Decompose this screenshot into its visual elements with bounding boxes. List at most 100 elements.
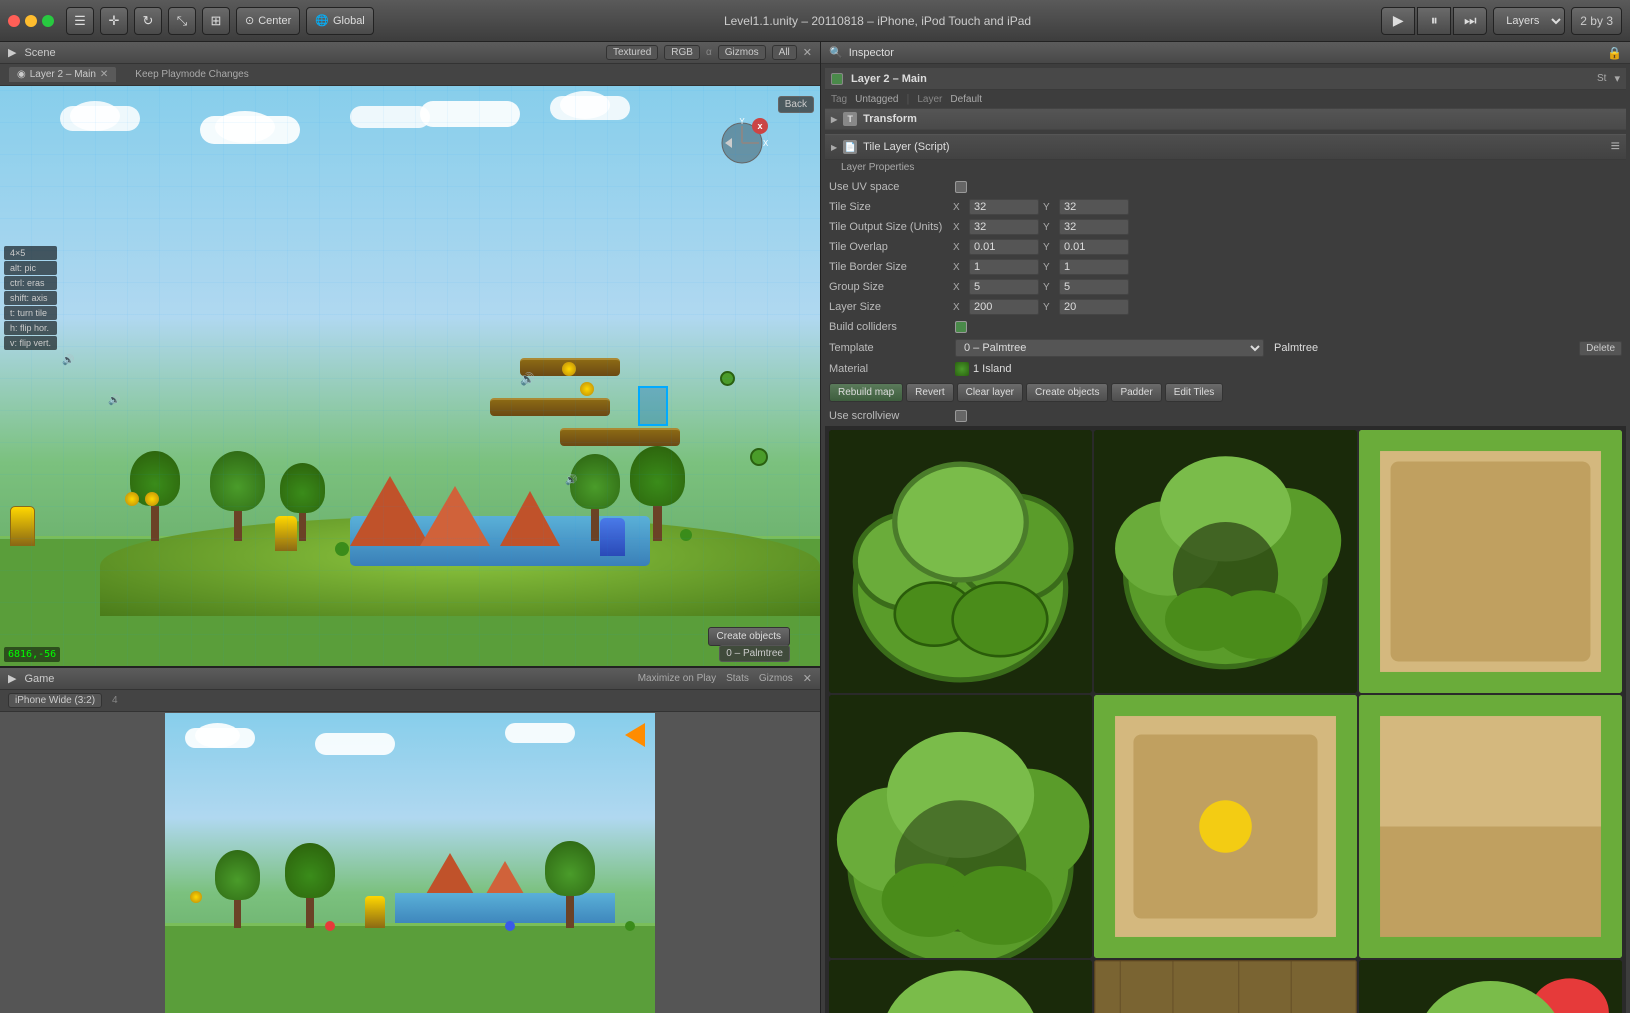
stats-label[interactable]: Stats	[726, 673, 749, 684]
use-scrollview-checkbox[interactable]	[955, 410, 967, 422]
clear-layer-button[interactable]: Clear layer	[957, 383, 1023, 402]
build-colliders-checkbox[interactable]	[955, 321, 967, 333]
tile-overlap-y-input[interactable]	[1059, 239, 1129, 255]
tile-item-6[interactable]	[1359, 695, 1622, 958]
group-size-x-input[interactable]	[969, 279, 1039, 295]
game-bg	[165, 713, 655, 1013]
game-close-icon[interactable]: ✕	[803, 672, 812, 685]
scene-layer-tab[interactable]: ◉ Layer 2 – Main ✕	[8, 66, 117, 83]
shortcut-v: v: flip vert.	[4, 336, 57, 350]
layer-size-x-input[interactable]	[969, 299, 1039, 315]
maximize-label[interactable]: Maximize on Play	[638, 673, 716, 684]
tile-size-x-input[interactable]	[969, 199, 1039, 215]
tile-output-x-input[interactable]	[969, 219, 1039, 235]
object-enabled-checkbox[interactable]	[831, 73, 843, 85]
selected-object[interactable]	[638, 386, 668, 426]
game-coin	[190, 891, 202, 903]
template-select[interactable]: 0 – Palmtree	[955, 339, 1264, 357]
tile-size-x-label: X	[953, 202, 965, 213]
tile-border-y-input[interactable]	[1059, 259, 1129, 275]
use-uv-row: Use UV space	[825, 177, 1626, 197]
tile-layer-menu[interactable]: ≡	[1611, 138, 1620, 156]
step-button[interactable]: ⏭	[1453, 7, 1487, 35]
global-button[interactable]: 🌐 Global	[306, 7, 374, 35]
rgb-dropdown[interactable]: RGB	[664, 45, 700, 60]
gizmos-label[interactable]: Gizmos	[759, 673, 793, 684]
svg-text:X: X	[763, 139, 769, 148]
tag-value[interactable]: Untagged	[855, 94, 898, 105]
layer-close[interactable]: ✕	[100, 69, 108, 80]
resolution-dropdown[interactable]: iPhone Wide (3:2)	[8, 693, 102, 708]
play-button[interactable]: ▶	[1381, 7, 1415, 35]
shortcut-panel: 4×5 alt: pic ctrl: eras shift: axis t: t…	[4, 246, 57, 350]
create-objects-button[interactable]: Create objects	[708, 627, 790, 646]
back-button[interactable]: Back	[778, 96, 814, 113]
center-button[interactable]: ⊙ Center	[236, 7, 300, 35]
delete-template-button[interactable]: Delete	[1579, 341, 1622, 356]
tile-layer-arrow: ▶	[831, 143, 837, 152]
material-value[interactable]: 1 Island	[973, 363, 1622, 375]
tile-item-9[interactable]	[1359, 960, 1622, 1013]
tile-item-8[interactable]	[1094, 960, 1357, 1013]
inspector-lock-icon[interactable]: 🔒	[1607, 46, 1622, 60]
transform-section[interactable]: ▶ T Transform	[825, 109, 1626, 130]
gizmos-dropdown[interactable]: Gizmos	[718, 45, 766, 60]
textured-dropdown[interactable]: Textured	[606, 45, 658, 60]
layers-dropdown[interactable]: Layers	[1493, 7, 1565, 35]
template-label: Template	[829, 342, 949, 354]
all-dropdown[interactable]: All	[772, 45, 797, 60]
tile-overlap-x-label: X	[953, 242, 965, 253]
maximize-button[interactable]	[42, 15, 54, 27]
scale-tool-button[interactable]: ⤡	[168, 7, 196, 35]
tile-item-7[interactable]	[829, 960, 1092, 1013]
tile-item-1[interactable]	[829, 430, 1092, 693]
revert-button[interactable]: Revert	[906, 383, 953, 402]
static-dropdown[interactable]: ▾	[1614, 72, 1620, 85]
palmtree-selector[interactable]: 0 – Palmtree	[719, 645, 790, 662]
move-tool-button[interactable]: ✛	[100, 7, 128, 35]
build-colliders-row: Build colliders	[825, 317, 1626, 337]
tile-border-x-input[interactable]	[969, 259, 1039, 275]
group-size-y-input[interactable]	[1059, 279, 1129, 295]
tile-item-3[interactable]	[1359, 430, 1622, 693]
hand-tool-button[interactable]: ☰	[66, 7, 94, 35]
shortcut-size: 4×5	[4, 246, 57, 260]
group-size-xy: X Y	[953, 279, 1622, 295]
global-label: Global	[333, 15, 365, 27]
tile-overlap-x-input[interactable]	[969, 239, 1039, 255]
pause-button[interactable]: ⏸	[1417, 7, 1451, 35]
inspector-title[interactable]: Inspector	[849, 47, 894, 59]
rebuild-map-button[interactable]: Rebuild map	[829, 383, 903, 402]
game-panel-icon: ▶	[8, 672, 16, 685]
rect-tool-button[interactable]: ⊞	[202, 7, 230, 35]
rotate-tool-button[interactable]: ↻	[134, 7, 162, 35]
scene-tab[interactable]: Scene	[24, 47, 55, 59]
svg-text:x: x	[757, 121, 762, 131]
tile-output-y-input[interactable]	[1059, 219, 1129, 235]
use-uv-checkbox[interactable]	[955, 181, 967, 193]
tile-item-5[interactable]	[1094, 695, 1357, 958]
edit-tiles-button[interactable]: Edit Tiles	[1165, 383, 1224, 402]
scene-close-icon[interactable]: ✕	[803, 46, 812, 59]
padder-button[interactable]: Padder	[1111, 383, 1161, 402]
tile-item-4[interactable]	[829, 695, 1092, 958]
scene-viewport[interactable]: 🔊 🔊 🔊 🔊	[0, 86, 820, 666]
scene-layer-label: Layer 2 – Main	[30, 69, 96, 80]
tile-layer-icon: 📄	[843, 140, 857, 154]
minimize-button[interactable]	[25, 15, 37, 27]
layer-value[interactable]: Default	[950, 94, 982, 105]
tile-layer-header[interactable]: ▶ 📄 Tile Layer (Script) ≡	[825, 134, 1626, 160]
layer-size-y-label: Y	[1043, 302, 1055, 313]
game-cloud-1b	[195, 723, 240, 748]
tile-size-row: Tile Size X Y	[825, 197, 1626, 217]
speaker-2: 🔊	[565, 475, 577, 486]
tile-item-2[interactable]	[1094, 430, 1357, 693]
cloud-2b	[215, 111, 275, 143]
tile-size-y-input[interactable]	[1059, 199, 1129, 215]
speaker-3: 🔊	[62, 355, 74, 366]
create-objects-inspector-button[interactable]: Create objects	[1026, 383, 1108, 402]
game-tab[interactable]: Game	[24, 673, 54, 685]
scene-background: 🔊 🔊 🔊 🔊	[0, 86, 820, 666]
close-button[interactable]	[8, 15, 20, 27]
layer-size-y-input[interactable]	[1059, 299, 1129, 315]
